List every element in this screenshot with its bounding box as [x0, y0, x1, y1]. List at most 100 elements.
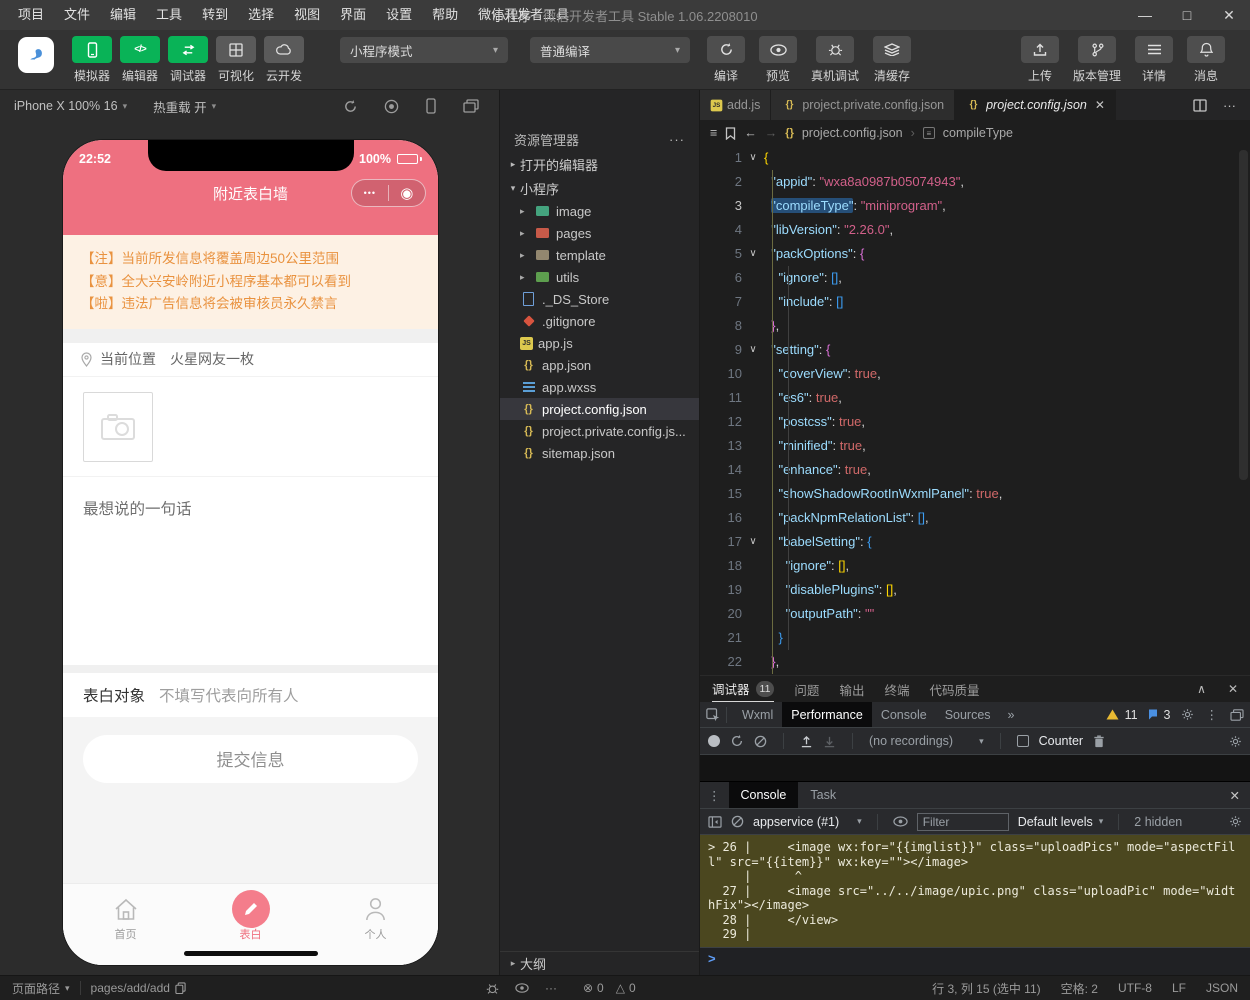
more-dots-icon[interactable]: ···	[545, 981, 557, 995]
more-actions-icon[interactable]: ···	[669, 132, 685, 147]
tree-item[interactable]: app.js	[500, 332, 699, 354]
hidden-count[interactable]: 2 hidden	[1134, 815, 1182, 829]
code-line[interactable]: 5∨ "packOptions": {	[700, 242, 1250, 266]
toolbar-action-button[interactable]: 清缓存	[866, 36, 918, 84]
back-arrow-icon[interactable]: ←	[744, 126, 757, 140]
toolbar-action-button[interactable]: 真机调试	[804, 36, 866, 84]
tree-item[interactable]: sitemap.json	[500, 442, 699, 464]
code-line[interactable]: 13 "minified": true,	[700, 434, 1250, 458]
exit-circle-icon[interactable]: ◉	[400, 186, 413, 201]
menu-item[interactable]: 转到	[192, 0, 238, 30]
console-drawer-tab[interactable]: Console	[729, 782, 799, 808]
tree-item[interactable]: ._DS_Store	[500, 288, 699, 310]
code-line[interactable]: 21 }	[700, 626, 1250, 650]
toolbar-action-button[interactable]: 详情	[1128, 36, 1180, 84]
code-line[interactable]: 4 "libVersion": "2.26.0",	[700, 218, 1250, 242]
code-line[interactable]: 8 },	[700, 314, 1250, 338]
menu-item[interactable]: 选择	[238, 0, 284, 30]
tree-item[interactable]: app.wxss	[500, 376, 699, 398]
inspect-icon[interactable]	[706, 708, 720, 722]
debugger-tab[interactable]: 输出	[839, 676, 864, 702]
gear-icon[interactable]	[1181, 708, 1194, 721]
split-editor-icon[interactable]	[1193, 99, 1207, 112]
hamburger-icon[interactable]: ≡	[710, 126, 717, 140]
code-line[interactable]: 9∨ "setting": {	[700, 338, 1250, 362]
gear-icon[interactable]	[1229, 735, 1242, 748]
close-tab-icon[interactable]: ✕	[1095, 98, 1105, 112]
explorer-section[interactable]: ▸ 打开的编辑器	[500, 152, 699, 176]
page-path-select[interactable]: 页面路径▾	[12, 980, 70, 997]
code-line[interactable]: 3 "compileType": "miniprogram",	[700, 194, 1250, 218]
maximize-button[interactable]: □	[1166, 0, 1208, 30]
tree-item[interactable]: project.private.config.js...	[500, 420, 699, 442]
outline-section[interactable]: ▸ 大纲	[500, 951, 699, 975]
tabbar-item[interactable]: 个人	[336, 894, 416, 965]
clear-icon[interactable]	[754, 735, 767, 748]
bug-icon[interactable]	[486, 982, 499, 995]
tree-item[interactable]: app.json	[500, 354, 699, 376]
breadcrumb-file[interactable]: project.config.json	[802, 126, 903, 140]
forward-arrow-icon[interactable]: →	[765, 126, 778, 140]
filter-input[interactable]	[917, 813, 1009, 831]
code-line[interactable]: 11 "es6": true,	[700, 386, 1250, 410]
menu-item[interactable]: 视图	[284, 0, 330, 30]
toolbar-action-button[interactable]: 上传	[1014, 36, 1066, 84]
more-actions-icon[interactable]: ···	[1223, 98, 1236, 113]
context-select[interactable]: appservice (#1)▾	[753, 815, 862, 829]
panel-toggle-button[interactable]: 模拟器	[68, 36, 116, 84]
menu-item[interactable]: 编辑	[100, 0, 146, 30]
multi-window-icon[interactable]	[463, 99, 479, 113]
compile-select[interactable]: 普通编译▾	[530, 37, 690, 63]
breadcrumb-symbol[interactable]: compileType	[943, 126, 1013, 140]
phone-frame-icon[interactable]	[425, 98, 437, 114]
collapse-icon[interactable]: ∧	[1197, 682, 1206, 696]
devtools-tab[interactable]: Wxml	[733, 702, 782, 727]
menu-item[interactable]: 设置	[376, 0, 422, 30]
clear-console-icon[interactable]	[731, 815, 744, 828]
menu-item[interactable]: 项目	[8, 0, 54, 30]
devtools-tab[interactable]: Performance	[782, 702, 872, 727]
menu-item[interactable]: 界面	[330, 0, 376, 30]
eye-icon[interactable]	[515, 983, 529, 993]
code-line[interactable]: 7 "include": []	[700, 290, 1250, 314]
add-photo-button[interactable]	[83, 392, 153, 462]
more-dots-icon[interactable]: •••	[364, 188, 376, 198]
code-line[interactable]: 6 "ignore": [],	[700, 266, 1250, 290]
toolbar-action-button[interactable]: 预览	[752, 36, 804, 84]
tree-item[interactable]: ▸ image	[500, 200, 699, 222]
explorer-section[interactable]: ▾ 小程序	[500, 176, 699, 200]
code-line[interactable]: 10 "coverView": true,	[700, 362, 1250, 386]
tab-overflow-icon[interactable]: »	[1000, 708, 1023, 722]
record-icon[interactable]	[384, 99, 399, 114]
console-drawer-tab[interactable]: Task	[798, 782, 848, 808]
problems-indicator[interactable]: ⊗0 △0	[583, 981, 636, 995]
counter-checkbox[interactable]	[1017, 735, 1029, 747]
menu-item[interactable]: 文件	[54, 0, 100, 30]
gear-icon[interactable]	[1229, 815, 1242, 828]
kebab-menu-icon[interactable]: ⋮	[1206, 707, 1219, 722]
close-button[interactable]: ✕	[1208, 0, 1250, 30]
toolbar-action-button[interactable]: 消息	[1180, 36, 1232, 84]
trash-icon[interactable]	[1093, 735, 1105, 748]
devtools-tab[interactable]: Console	[872, 702, 936, 727]
save-profile-icon[interactable]	[823, 735, 836, 748]
code-line[interactable]: 2 "appid": "wxa8a0987b05074943",	[700, 170, 1250, 194]
debugger-tab[interactable]: 终端	[884, 676, 909, 702]
tree-item[interactable]: project.config.json	[500, 398, 699, 420]
code-line[interactable]: 17∨ "babelSetting": {	[700, 530, 1250, 554]
debugger-tab[interactable]: 代码质量	[929, 676, 979, 702]
sidebar-toggle-icon[interactable]	[708, 816, 722, 828]
kebab-menu-icon[interactable]: ⋮	[700, 788, 729, 803]
code-editor[interactable]: 1∨{2 "appid": "wxa8a0987b05074943",3 "co…	[700, 146, 1250, 675]
target-input-placeholder[interactable]: 不填写代表向所有人	[159, 684, 299, 706]
devtools-tab[interactable]: Sources	[936, 702, 1000, 727]
code-line[interactable]: 20 "outputPath": ""	[700, 602, 1250, 626]
code-line[interactable]: 19 "disablePlugins": [],	[700, 578, 1250, 602]
device-select[interactable]: iPhone X 100% 16▾	[14, 99, 127, 113]
menu-item[interactable]: 帮助	[422, 0, 468, 30]
code-line[interactable]: 14 "enhance": true,	[700, 458, 1250, 482]
avatar[interactable]	[18, 37, 54, 73]
undock-icon[interactable]	[1230, 709, 1244, 721]
code-line[interactable]: 1∨{	[700, 146, 1250, 170]
target-row[interactable]: 表白对象 不填写代表向所有人	[63, 673, 438, 717]
